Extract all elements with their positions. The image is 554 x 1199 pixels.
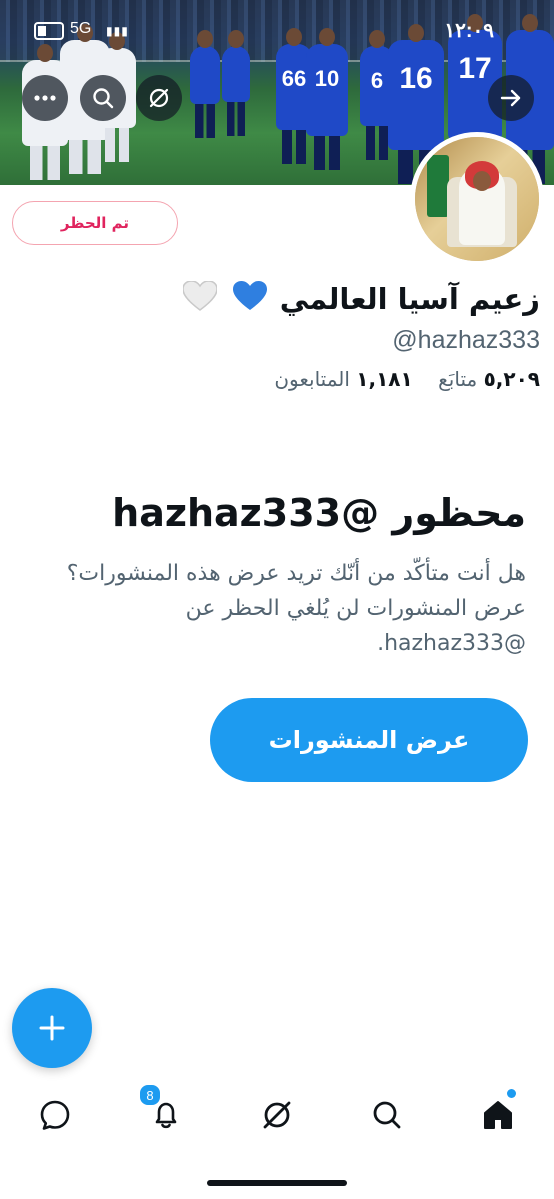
profile-handle: @hazhaz333 — [392, 326, 540, 354]
tab-home[interactable] — [476, 1089, 520, 1137]
followers-label: المتابعون — [274, 367, 350, 391]
plus-icon — [39, 1015, 65, 1041]
player-blue — [222, 30, 250, 136]
battery-icon — [34, 22, 64, 40]
followers-count: ١,١٨١ — [356, 367, 413, 391]
following-link[interactable]: ٥,٢٠٩ متابَع — [432, 367, 540, 391]
compose-button[interactable] — [12, 988, 92, 1068]
signal-icon: ▮▮▮ — [106, 24, 129, 38]
search-button[interactable] — [80, 75, 126, 121]
follow-stats: ٥,٢٠٩ متابَع ١,١٨١ المتابعون — [20, 367, 540, 391]
tab-messages[interactable] — [33, 1093, 77, 1137]
followers-link[interactable]: ١,١٨١ المتابعون — [274, 367, 412, 391]
home-indicator[interactable] — [207, 1180, 347, 1186]
blocked-button[interactable]: تم الحظر — [12, 201, 178, 245]
display-name: زعيم آسيا العالمي — [279, 282, 540, 316]
player-blue: 10 — [306, 28, 348, 170]
grok-icon — [149, 88, 169, 108]
message-icon — [40, 1100, 70, 1130]
jersey-number: 16 — [399, 62, 433, 95]
network-label: 5G — [70, 20, 92, 37]
grok-button[interactable] — [136, 75, 182, 121]
following-count: ٥,٢٠٩ — [483, 367, 540, 391]
home-icon — [484, 1101, 512, 1129]
white-heart-icon — [181, 280, 218, 322]
blocked-description: هل أنت متأكّد من أنّك تريد عرض هذه المنش… — [66, 561, 526, 656]
player-blue: 16 — [388, 24, 444, 184]
flag-graphic — [427, 155, 449, 217]
home-unread-dot — [507, 1089, 516, 1098]
grok-icon — [263, 1101, 291, 1129]
arrow-right-icon — [500, 89, 521, 107]
blocked-title: محظور @hazhaz333 — [112, 491, 526, 535]
profile-name-row: زعيم آسيا العالمي — [20, 278, 540, 322]
tab-search[interactable] — [365, 1093, 409, 1137]
blue-heart-icon — [232, 280, 267, 322]
status-time: ١٢:٠٩ — [444, 20, 494, 42]
view-posts-button[interactable]: عرض المنشورات — [210, 698, 528, 782]
bottom-tab-bar: 8 — [0, 1083, 554, 1149]
jersey-number: 10 — [314, 66, 340, 91]
search-icon — [373, 1101, 401, 1129]
profile-avatar[interactable] — [410, 132, 544, 266]
status-bar: 5G ▮▮▮ ١٢:٠٩ — [0, 18, 554, 48]
following-label: متابَع — [438, 367, 478, 391]
more-icon — [34, 95, 56, 101]
tab-grok[interactable] — [255, 1093, 299, 1137]
tab-notifications[interactable]: 8 — [138, 1083, 188, 1137]
more-options-button[interactable] — [22, 75, 68, 121]
forward-button[interactable] — [488, 75, 534, 121]
search-icon — [93, 88, 114, 109]
notifications-badge: 8 — [138, 1083, 162, 1107]
player-blue — [190, 30, 220, 138]
